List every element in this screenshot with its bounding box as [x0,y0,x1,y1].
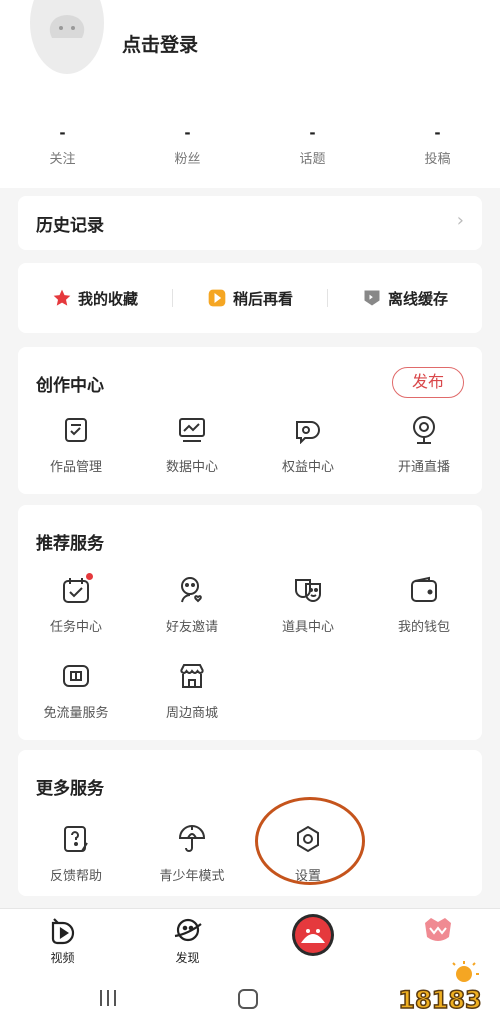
data-chart-icon [134,413,250,447]
invite-friend-icon [134,573,250,607]
stat-submissions[interactable]: - 投稿 [375,124,500,167]
watermark-logo: 18183 [390,960,490,1020]
planet-icon [125,909,250,945]
grid-label: 权益中心 [281,460,334,475]
grid-item-props-center[interactable]: 道具中心 [250,573,366,635]
home-button[interactable] [238,989,258,1009]
tab-discover[interactable]: 发现 [125,909,250,974]
tab-label: 发现 [175,951,200,965]
grid-item-feedback[interactable]: 反馈帮助 [18,822,134,884]
stat-topics[interactable]: - 话题 [250,124,375,167]
feedback-help-icon [18,822,134,856]
recent-apps-button[interactable] [100,990,116,1006]
login-link[interactable]: 点击登录 [122,30,198,57]
quick-favorites[interactable]: 我的收藏 [18,288,172,309]
grid-item-data-center[interactable]: 数据中心 [134,413,250,475]
download-icon [364,290,380,306]
grid-label: 开通直播 [397,460,450,475]
quick-watch-later[interactable]: 稍后再看 [173,288,327,309]
grid-item-task-center[interactable]: 任务中心 [18,573,134,635]
tab-label: 视频 [50,951,75,965]
umbrella-icon [134,822,250,856]
more-grid: 反馈帮助 青少年模式 设置 [18,822,482,884]
tab-center[interactable] [250,909,375,974]
video-icon [0,909,125,945]
data-free-icon [18,659,134,693]
notification-dot [86,573,93,580]
grid-item-teen-mode[interactable]: 青少年模式 [134,822,250,884]
quick-label: 离线缓存 [387,289,448,308]
grid-item-store[interactable]: 周边商城 [134,659,250,721]
stat-label: 关注 [49,152,76,167]
section-title: 创作中心 [36,376,104,396]
history-title: 历史记录 [36,216,104,236]
store-icon [134,659,250,693]
quick-actions: 我的收藏 稍后再看 离线缓存 [18,263,482,333]
grid-label: 我的钱包 [397,620,450,635]
watermark-text: 18183 [398,986,482,1014]
highlight-circle [255,797,365,885]
grid-item-invite-friends[interactable]: 好友邀请 [134,573,250,635]
stat-value: - [184,124,191,142]
tab-video[interactable]: 视频 [0,909,125,974]
grid-item-live[interactable]: 开通直播 [366,413,482,475]
more-services: 更多服务 反馈帮助 青少年模式 设置 [18,750,482,896]
history-row[interactable]: 历史记录 › [18,196,482,250]
profile-header: 点击登录 - 关注 - 粉丝 - 话题 - 投稿 [0,0,500,188]
creation-grid: 作品管理 数据中心 权益中心 开通直播 [18,413,482,475]
stat-value: - [309,124,316,142]
grid-label: 数据中心 [165,460,218,475]
works-icon [18,413,134,447]
grid-label: 免流量服务 [43,706,109,721]
mask-icon [250,573,366,607]
chevron-right-icon: › [456,210,464,231]
recommend-grid-row-2: 免流量服务 周边商城 [18,659,482,721]
center-mascot-icon [250,909,375,957]
stat-following[interactable]: - 关注 [0,124,125,167]
creation-center: 创作中心 发布 作品管理 数据中心 权益中心 开通直播 [18,347,482,494]
benefits-icon [250,413,366,447]
grid-item-wallet[interactable]: 我的钱包 [366,573,482,635]
recommend-grid-row-1: 任务中心 好友邀请 道具中心 我的钱包 [18,573,482,635]
section-title: 更多服务 [36,779,104,799]
live-camera-icon [366,413,482,447]
grid-label: 作品管理 [49,460,102,475]
stat-value: - [434,124,441,142]
publish-button[interactable]: 发布 [392,367,464,398]
quick-label: 我的收藏 [77,289,138,308]
grid-label: 青少年模式 [159,869,225,884]
avatar[interactable] [30,0,104,74]
grid-label: 任务中心 [49,620,102,635]
calendar-check-icon [18,573,134,607]
grid-label: 周边商城 [165,706,218,721]
quick-label: 稍后再看 [232,289,293,308]
watch-later-icon [208,289,226,307]
profile-mascot-icon [375,909,500,945]
grid-item-benefits[interactable]: 权益中心 [250,413,366,475]
grid-label: 道具中心 [281,620,334,635]
grid-item-works[interactable]: 作品管理 [18,413,134,475]
stats-row: - 关注 - 粉丝 - 话题 - 投稿 [0,124,500,167]
quick-offline-cache[interactable]: 离线缓存 [328,288,482,309]
grid-item-data-free[interactable]: 免流量服务 [18,659,134,721]
grid-label: 好友邀请 [165,620,218,635]
stat-label: 话题 [299,152,326,167]
section-title: 推荐服务 [36,534,104,554]
stat-fans[interactable]: - 粉丝 [125,124,250,167]
recommended-services: 推荐服务 任务中心 好友邀请 道具中心 我的钱包 免流量服务 周边商城 [18,505,482,740]
stat-value: - [59,124,66,142]
wallet-icon [366,573,482,607]
stat-label: 投稿 [424,152,451,167]
grid-label: 反馈帮助 [49,869,102,884]
stat-label: 粉丝 [174,152,201,167]
star-icon [53,289,71,306]
